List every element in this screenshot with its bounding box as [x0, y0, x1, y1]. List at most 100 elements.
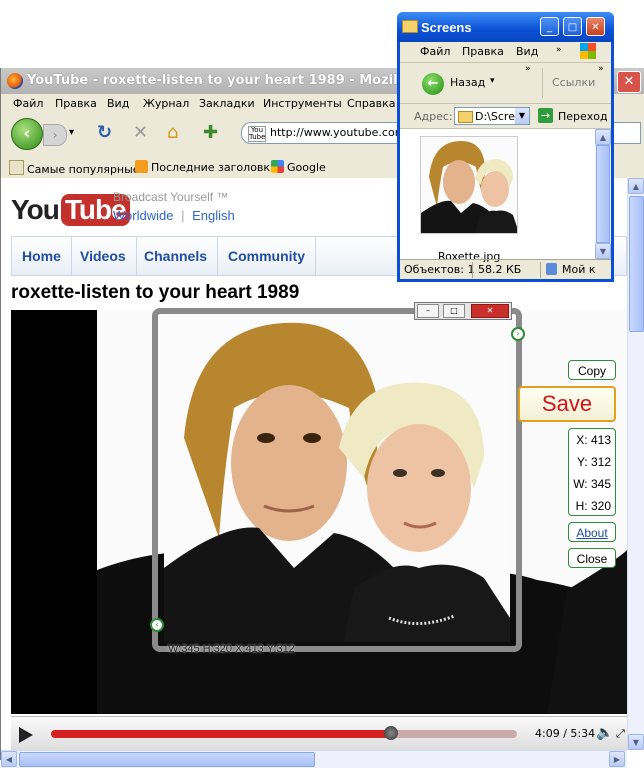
scroll-left-icon[interactable]: ◀ — [1, 751, 17, 767]
bookmark-google[interactable]: Google — [271, 160, 326, 174]
toolbar-overflow-icon[interactable]: » — [525, 64, 531, 74]
explorer-status-bar: Объектов: 1 58.2 КБ Мой к — [400, 259, 611, 280]
bookmark-label: Последние заголовки — [151, 161, 278, 174]
close-icon[interactable]: ✕ — [617, 71, 641, 93]
go-arrow-icon[interactable]: → — [538, 108, 553, 123]
close-icon[interactable]: ✕ — [471, 304, 509, 318]
logo-you: You — [11, 194, 60, 225]
menu-history[interactable]: Журнал — [143, 97, 189, 110]
back-arrow-icon[interactable]: ← — [422, 73, 444, 95]
menu-overflow-icon[interactable]: » — [556, 45, 562, 55]
scroll-right-icon[interactable]: ▶ — [609, 751, 625, 767]
save-button[interactable]: Save — [518, 386, 616, 422]
maximize-icon[interactable]: □ — [563, 17, 582, 36]
status-location: Мой к — [562, 263, 596, 276]
menu-bookmarks[interactable]: Закладки — [199, 97, 255, 110]
windows-logo-icon — [580, 43, 596, 59]
bookmark-most-visited[interactable]: Самые популярные — [9, 160, 140, 176]
nav-videos[interactable]: Videos — [70, 237, 137, 275]
menu-view[interactable]: Вид — [107, 97, 129, 110]
nav-home[interactable]: Home — [12, 237, 72, 275]
stop-icon[interactable]: ✕ — [133, 123, 148, 143]
menu-tools[interactable]: Инструменты — [263, 97, 342, 110]
youtube-logo[interactable]: You Tube — [11, 194, 130, 226]
scroll-down-icon[interactable]: ▼ — [628, 734, 644, 750]
status-size: 58.2 КБ — [478, 263, 522, 276]
file-thumbnail[interactable] — [420, 136, 518, 234]
address-dropdown-icon[interactable]: ▼ — [515, 108, 529, 124]
address-label: Адрес: — [414, 110, 453, 123]
coordinates-panel: X: 413 Y: 312 W: 345 H: 320 — [568, 428, 616, 516]
progress-knob[interactable] — [384, 726, 399, 740]
scroll-up-icon[interactable]: ▲ — [595, 129, 611, 145]
menu-file[interactable]: Файл — [420, 45, 450, 58]
links-overflow-icon[interactable]: » — [598, 64, 604, 74]
resize-handle-bottom-left[interactable]: ‹ — [150, 618, 164, 632]
explorer-title-bar[interactable]: Screens _ □ ✕ — [397, 12, 614, 42]
close-button[interactable]: Close — [568, 548, 616, 568]
menu-file[interactable]: Файл — [13, 97, 43, 110]
locale-links: Worldwide | English — [113, 208, 235, 223]
explorer-scrollbar[interactable]: ▲ ▼ — [595, 129, 611, 259]
back-button-label[interactable]: Назад — [450, 76, 485, 89]
bookmark-folder-icon — [9, 160, 24, 175]
scroll-down-icon[interactable]: ▼ — [595, 243, 611, 259]
reload-icon[interactable]: ↻ — [97, 123, 112, 143]
close-icon[interactable]: ✕ — [586, 17, 605, 36]
minimize-icon[interactable]: _ — [540, 17, 559, 36]
progress-track[interactable] — [51, 726, 517, 740]
address-value[interactable]: D:\Scre — [475, 110, 515, 123]
nav-channels[interactable]: Channels — [134, 237, 219, 275]
computer-icon — [546, 263, 557, 275]
nav-community[interactable]: Community — [218, 237, 316, 275]
volume-icon[interactable]: 🔈 — [596, 725, 613, 741]
home-icon[interactable]: ⌂ — [167, 123, 178, 143]
vertical-scrollbar[interactable]: ▲ ▼ — [627, 178, 644, 750]
add-bookmark-icon[interactable]: ✚ — [203, 123, 218, 143]
links-label[interactable]: Ссылки — [552, 76, 595, 89]
go-button-label[interactable]: Переход — [558, 110, 608, 123]
explorer-window: Screens _ □ ✕ Файл Правка Вид » ← Назад … — [397, 12, 614, 282]
english-link[interactable]: English — [192, 208, 235, 223]
progress-fill — [51, 730, 392, 738]
menu-help[interactable]: Справка — [347, 97, 395, 110]
maximize-icon[interactable]: □ — [443, 304, 465, 318]
toolbar-divider — [542, 68, 543, 98]
back-button[interactable]: ‹ — [11, 118, 43, 150]
bookmark-latest-headlines[interactable]: Последние заголовки — [135, 160, 277, 174]
status-objects: Объектов: 1 — [404, 263, 475, 276]
fullscreen-icon[interactable]: ⤢ — [616, 727, 625, 741]
thumbnail-image — [421, 137, 517, 233]
back-dropdown-icon[interactable]: ▾ — [490, 76, 495, 86]
resize-handle-top-right[interactable]: › — [511, 327, 525, 341]
explorer-file-area: Roxette.jpg ▲ ▼ — [400, 129, 611, 263]
address-bar: Адрес: D:\Scre ▼ → Переход — [400, 104, 611, 129]
firefox-logo-icon — [7, 73, 23, 89]
forward-button[interactable]: › — [43, 124, 67, 146]
vertical-scroll-thumb[interactable] — [629, 196, 644, 332]
about-button[interactable]: About — [568, 522, 616, 542]
bookmark-label: Google — [287, 161, 326, 174]
coord-w: W: 345 — [573, 477, 611, 491]
google-icon — [271, 160, 284, 173]
video-title: roxette-listen to your heart 1989 — [11, 282, 300, 303]
menu-view[interactable]: Вид — [516, 45, 538, 58]
menu-edit[interactable]: Правка — [462, 45, 504, 58]
url-text[interactable]: http://www.youtube.com/ — [270, 126, 409, 139]
player-controls: 4:09 / 5:34 🔈 ⤢ — [11, 716, 627, 750]
status-divider — [472, 262, 473, 278]
folder-icon — [458, 111, 473, 123]
capture-frame[interactable] — [152, 308, 522, 652]
play-icon[interactable] — [19, 727, 33, 743]
address-field[interactable]: D:\Scre ▼ — [454, 107, 530, 125]
minimize-icon[interactable]: – — [417, 304, 439, 318]
scroll-up-icon[interactable]: ▲ — [628, 178, 644, 194]
explorer-scroll-thumb[interactable] — [596, 145, 610, 243]
horizontal-scrollbar[interactable]: ◀ ▶ — [1, 750, 627, 768]
worldwide-link[interactable]: Worldwide — [113, 208, 173, 223]
explorer-toolbar: ← Назад ▾ » Ссылки » — [400, 63, 611, 104]
history-dropdown-icon[interactable]: ▾ — [69, 123, 74, 143]
copy-button[interactable]: Copy — [568, 360, 616, 380]
explorer-title: Screens — [421, 20, 472, 35]
menu-edit[interactable]: Правка — [55, 97, 97, 110]
